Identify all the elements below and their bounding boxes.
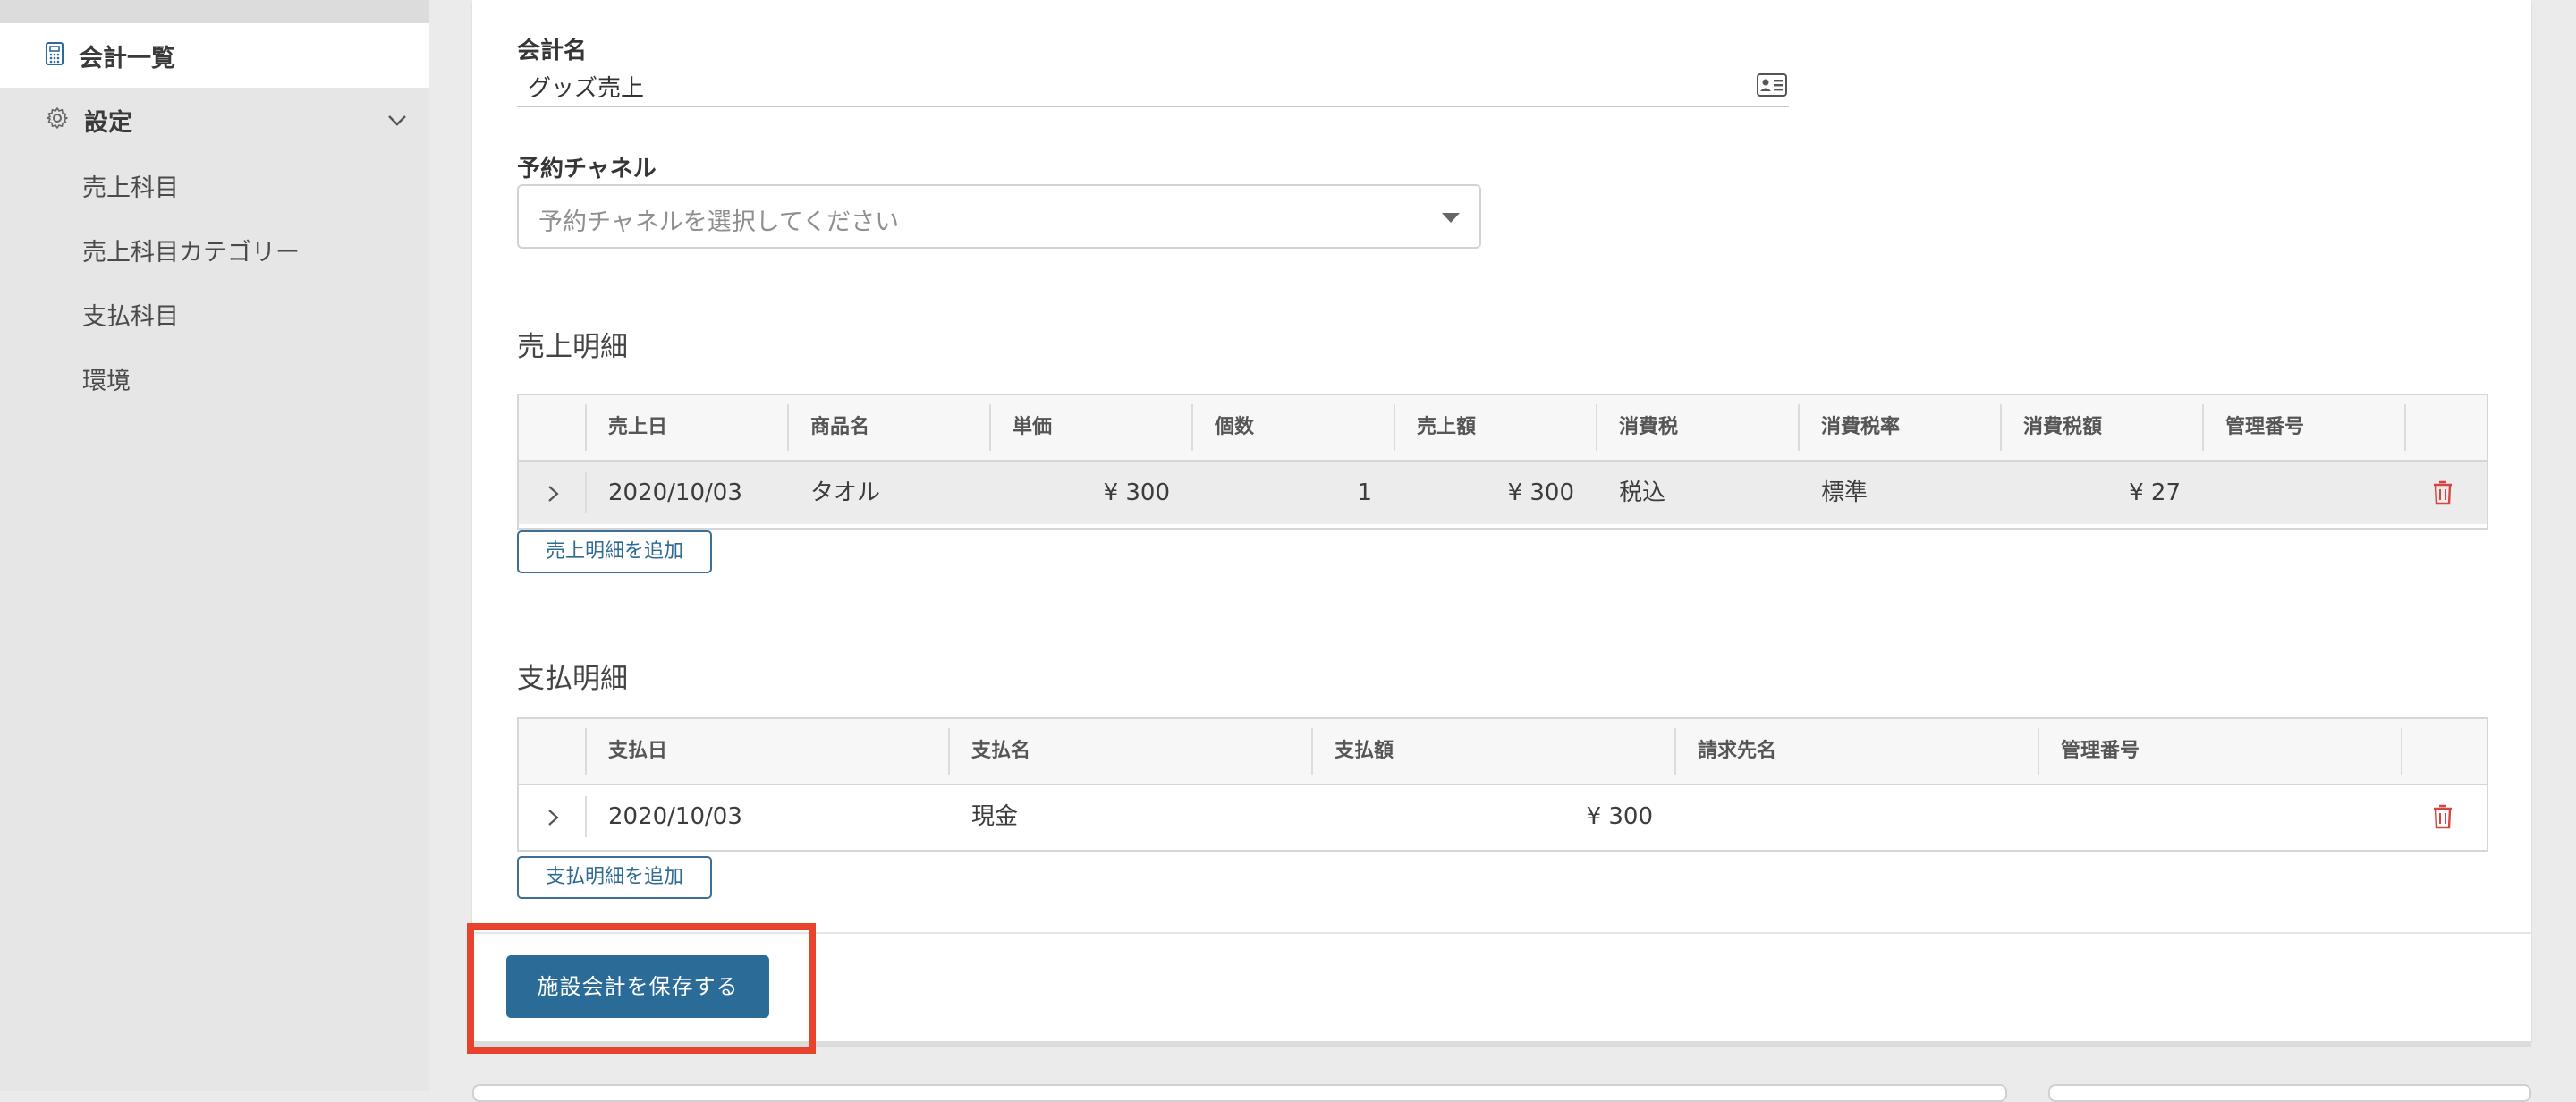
account-name-value: グッズ売上 (528, 75, 645, 102)
table-row[interactable]: 2020/10/03 現金 ¥ 300 (519, 785, 2487, 848)
sidebar-item-label: 設定 (84, 108, 132, 137)
trash-icon[interactable] (2431, 803, 2454, 834)
row-separator (585, 796, 587, 837)
channel-placeholder: 予約チャネルを選択してください (538, 208, 900, 236)
column-header-tax-amount[interactable]: 消費税額 (2002, 395, 2202, 460)
cell-tax-rate: 標準 (1821, 479, 1868, 506)
sidebar-subitem-sales-items[interactable]: 売上科目 (82, 168, 179, 203)
gear-icon (45, 106, 70, 134)
sales-table-header: 売上日 商品名 単価 個数 売上額 消費税 消費税率 消費税額 管理番号 (519, 395, 2487, 462)
caret-down-icon (1442, 213, 1460, 223)
sidebar-subitem-sales-categories[interactable]: 売上科目カテゴリー (82, 233, 300, 267)
cell-amount: ¥ 300 (1507, 479, 1574, 506)
sidebar-subitem-payment-items[interactable]: 支払科目 (82, 297, 179, 332)
next-card (2048, 1084, 2531, 1102)
payments-section-title: 支払明細 (517, 663, 628, 695)
table-row[interactable]: 2020/10/03 タオル ¥ 300 1 ¥ 300 税込 標準 ¥ 27 (519, 462, 2487, 524)
next-card (472, 1084, 2007, 1102)
cell-payment-date: 2020/10/03 (608, 803, 742, 830)
cell-ref-no (2061, 785, 2401, 848)
trash-icon[interactable] (2431, 479, 2454, 510)
cell-payment-name: 現金 (971, 803, 1019, 830)
column-header-payment-date[interactable]: 支払日 (587, 719, 948, 784)
chevron-right-icon[interactable] (544, 807, 562, 832)
column-header-billing-name[interactable]: 請求先名 (1676, 719, 2038, 784)
row-separator (585, 472, 587, 513)
sales-table: 売上日 商品名 単価 個数 売上額 消費税 消費税率 消費税額 管理番号 202… (517, 394, 2488, 530)
column-header-tax-rate[interactable]: 消費税率 (1800, 395, 2000, 460)
sidebar-item-settings[interactable]: 設定 (0, 88, 429, 152)
sidebar-item-accounts[interactable]: 会計一覧 (0, 23, 429, 88)
sidebar-item-label: 会計一覧 (79, 44, 175, 72)
channel-label: 予約チャネル (517, 156, 657, 182)
cell-sales-date: 2020/10/03 (608, 479, 742, 506)
cell-product: タオル (810, 479, 881, 506)
column-separator (2404, 404, 2406, 451)
cell-tax-amount: ¥ 27 (2129, 479, 2181, 506)
column-header-tax[interactable]: 消費税 (1597, 395, 1798, 460)
column-header-amount[interactable]: 売上額 (1395, 395, 1596, 460)
contact-card-icon[interactable] (1757, 73, 1787, 100)
cell-ref-no (2225, 462, 2404, 524)
chevron-down-icon[interactable] (385, 107, 410, 136)
chevron-right-icon[interactable] (544, 483, 562, 508)
column-header-product[interactable]: 商品名 (789, 395, 989, 460)
column-header-quantity[interactable]: 個数 (1193, 395, 1394, 460)
payments-table-header: 支払日 支払名 支払額 請求先名 管理番号 (519, 719, 2487, 785)
sidebar-top-strip (0, 0, 429, 23)
payments-table: 支払日 支払名 支払額 請求先名 管理番号 2020/10/03 現金 ¥ 30… (517, 717, 2488, 852)
cell-payment-amount: ¥ 300 (1586, 803, 1653, 830)
column-header-ref-no[interactable]: 管理番号 (2204, 395, 2404, 460)
column-header-ref-no[interactable]: 管理番号 (2039, 719, 2401, 784)
column-header-payment-amount[interactable]: 支払額 (1313, 719, 1674, 784)
calculator-icon (45, 41, 64, 70)
add-sales-line-button[interactable]: 売上明細を追加 (517, 530, 712, 573)
account-name-label: 会計名 (517, 38, 588, 64)
column-separator (2401, 728, 2402, 775)
add-payment-line-button[interactable]: 支払明細を追加 (517, 856, 712, 899)
sidebar: 会計一覧 設定 売上科目 売上科目カテゴリー 支払科目 環境 (0, 0, 429, 1091)
column-header-payment-name[interactable]: 支払名 (950, 719, 1311, 784)
column-header-unit-price[interactable]: 単価 (991, 395, 1191, 460)
cell-tax: 税込 (1619, 479, 1666, 506)
column-header-sales-date[interactable]: 売上日 (587, 395, 787, 460)
cell-billing-name (1698, 785, 2038, 848)
cell-unit-price: ¥ 300 (1103, 479, 1170, 506)
channel-select[interactable]: 予約チャネルを選択してください (517, 184, 1481, 249)
account-name-input[interactable]: グッズ売上 (517, 64, 1789, 107)
sales-section-title: 売上明細 (517, 331, 628, 363)
sidebar-subitem-environment[interactable]: 環境 (82, 361, 131, 396)
highlight-box (467, 923, 816, 1054)
cell-quantity: 1 (1357, 479, 1372, 506)
